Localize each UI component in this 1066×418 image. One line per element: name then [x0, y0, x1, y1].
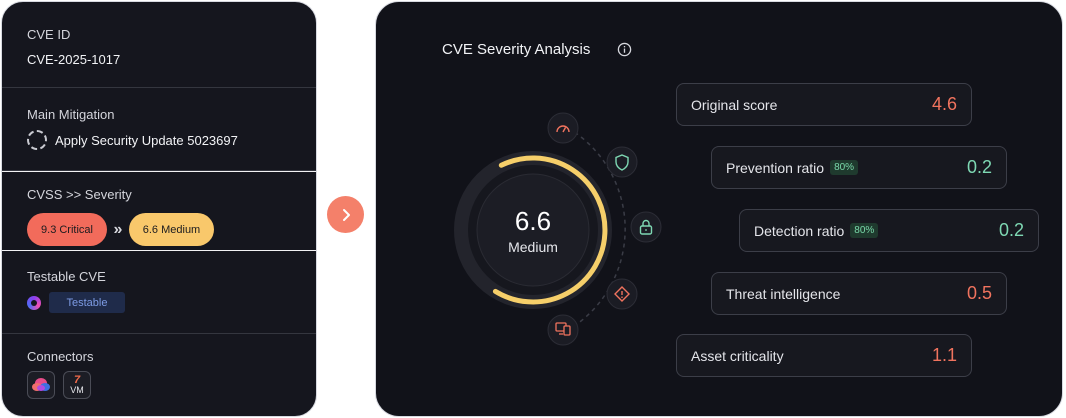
mitigation-value: Apply Security Update 5023697	[55, 132, 238, 148]
loading-spinner-icon	[27, 130, 47, 150]
prevention-ratio-value: 0.2	[966, 157, 992, 177]
asset-criticality-value: 1.1	[931, 345, 957, 365]
threat-intelligence-card[interactable]: Threat intelligence 0.5	[711, 272, 1007, 315]
cve-id-label: CVE ID	[27, 27, 71, 42]
cve-id-value: CVE-2025-1017	[27, 52, 121, 67]
panel-title: CVE Severity Analysis	[442, 41, 591, 58]
mitigation-label: Main Mitigation	[27, 107, 115, 122]
prevention-ratio-label: Prevention ratio	[726, 159, 825, 176]
prevention-ratio-badge: 80%	[830, 160, 859, 175]
prevention-ratio-card[interactable]: Prevention ratio 80% 0.2	[711, 146, 1007, 189]
double-chevron-right-icon: »	[113, 220, 123, 238]
connectors-label: Connectors	[27, 349, 94, 364]
gauge-score: 6.6	[515, 206, 551, 236]
original-score-value: 4.6	[931, 94, 957, 114]
chevron-right-icon	[342, 208, 350, 221]
asset-criticality-label: Asset criticality	[691, 347, 784, 364]
severity-from-badge: 9.3 Critical	[27, 213, 107, 246]
connectors-section: Connectors 7 VM	[2, 334, 316, 416]
cve-id-section: CVE ID CVE-2025-1017	[2, 2, 316, 88]
testable-badge[interactable]: Testable	[49, 292, 125, 313]
detection-ratio-label: Detection ratio	[754, 222, 845, 239]
severity-to-badge: 6.6 Medium	[129, 213, 214, 246]
severity-gauge: 6.6 Medium	[453, 112, 662, 346]
gauge-node-shield	[606, 146, 638, 178]
testable-logo-icon	[27, 295, 41, 310]
threat-intelligence-label: Threat intelligence	[726, 285, 841, 302]
next-arrow-button[interactable]	[327, 196, 364, 233]
severity-analysis-panel: CVE Severity Analysis 6.6 Medium Origina…	[375, 1, 1063, 417]
gauge-node-devices	[547, 314, 579, 346]
connector-vm-tile[interactable]: 7 VM	[63, 371, 91, 399]
gauge-node-gauge	[547, 112, 579, 144]
gauge-node-lock	[630, 211, 662, 243]
connectors-list: 7 VM	[27, 371, 91, 399]
testable-row: Testable	[27, 292, 125, 313]
gauge-node-warning	[606, 278, 638, 310]
detection-ratio-value: 0.2	[998, 220, 1024, 240]
asset-criticality-card[interactable]: Asset criticality 1.1	[676, 334, 972, 377]
testable-label: Testable CVE	[27, 269, 106, 284]
cloud-connector-icon	[32, 378, 50, 391]
mitigation-section: Main Mitigation Apply Security Update 50…	[2, 88, 316, 171]
info-icon[interactable]	[617, 42, 632, 57]
cvss-severity-section: CVSS >> Severity 9.3 Critical » 6.6 Medi…	[2, 171, 316, 251]
original-score-card[interactable]: Original score 4.6	[676, 83, 972, 126]
gauge-score-label: Medium	[508, 239, 558, 255]
connector-cloud-tile[interactable]	[27, 371, 55, 399]
cve-details-panel: CVE ID CVE-2025-1017 Main Mitigation App…	[1, 1, 317, 417]
threat-intelligence-value: 0.5	[966, 283, 992, 303]
testable-section: Testable CVE Testable	[2, 251, 316, 334]
original-score-label: Original score	[691, 96, 778, 113]
vm-label: VM	[70, 385, 84, 395]
severity-transition: 9.3 Critical » 6.6 Medium	[27, 213, 214, 246]
detection-ratio-badge: 80%	[850, 223, 879, 238]
detection-ratio-card[interactable]: Detection ratio 80% 0.2	[739, 209, 1039, 252]
mitigation-row[interactable]: Apply Security Update 5023697	[27, 130, 238, 150]
cvss-severity-label: CVSS >> Severity	[27, 187, 132, 202]
